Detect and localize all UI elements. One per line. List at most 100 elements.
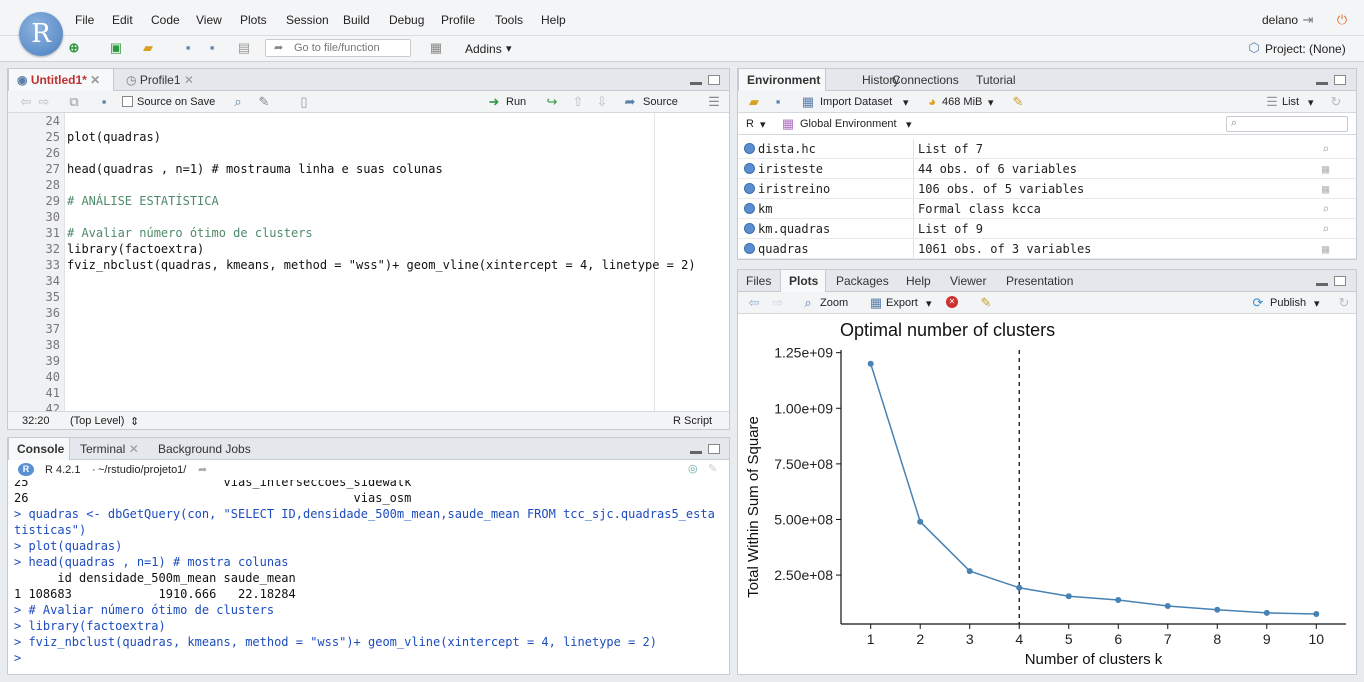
environment-row[interactable]: iristreino 106 obs. of 5 variables ▦ — [738, 179, 1356, 199]
code-line[interactable]: 41 — [8, 385, 729, 401]
goto-dir-icon[interactable]: ➦ — [198, 463, 207, 476]
minimize-icon[interactable] — [1316, 82, 1328, 85]
doc-outline-icon[interactable]: ☰ — [706, 94, 722, 110]
menu-code[interactable]: Code — [151, 13, 180, 27]
code-line[interactable]: 30 — [8, 209, 729, 225]
environment-row[interactable]: quadras 1061 obs. of 3 variables ▦ — [738, 239, 1356, 259]
code-line[interactable]: 36 — [8, 305, 729, 321]
expand-icon[interactable] — [744, 183, 755, 194]
menu-view[interactable]: View — [196, 13, 222, 27]
new-file-icon[interactable]: ⊕ — [66, 40, 82, 56]
code-line[interactable]: 29 # ANÁLISE ESTATÍSTICA — [8, 193, 729, 209]
refresh-icon[interactable]: ↻ — [1328, 94, 1344, 110]
code-line[interactable]: 38 — [8, 337, 729, 353]
expand-icon[interactable] — [744, 243, 755, 254]
find-icon[interactable]: ⌕ — [230, 94, 246, 110]
outline-icon[interactable]: ▯ — [296, 94, 312, 110]
save-workspace-icon[interactable]: ▪ — [770, 94, 786, 110]
code-line[interactable]: 24 — [8, 113, 729, 129]
menu-debug[interactable]: Debug — [389, 13, 424, 27]
menu-tools[interactable]: Tools — [495, 13, 523, 27]
zoom-button[interactable]: Zoom — [820, 297, 848, 309]
close-icon[interactable]: ✕ — [90, 73, 100, 87]
code-line[interactable]: 26 — [8, 145, 729, 161]
expand-icon[interactable] — [744, 203, 755, 214]
tab-profile1[interactable]: ◷ Profile1 ✕ — [118, 69, 208, 91]
code-line[interactable]: 40 — [8, 369, 729, 385]
close-icon[interactable]: ✕ — [125, 442, 139, 456]
refresh-icon[interactable]: ↻ — [1336, 295, 1352, 311]
open-file-icon[interactable]: ▰ — [140, 40, 156, 56]
addins-menu[interactable]: Addins — [465, 42, 502, 56]
code-line[interactable]: 39 — [8, 353, 729, 369]
expand-icon[interactable] — [744, 163, 755, 174]
menu-profile[interactable]: Profile — [441, 13, 475, 27]
up-icon[interactable]: ⇧ — [570, 94, 586, 110]
maximize-icon[interactable] — [1334, 276, 1346, 286]
tab-files[interactable]: Files — [738, 270, 779, 292]
environment-row[interactable]: km Formal class kcca ⌕ — [738, 199, 1356, 219]
code-line[interactable]: 33 fviz_nbclust(quadras, kmeans, method =… — [8, 257, 729, 273]
minimize-icon[interactable] — [690, 451, 702, 454]
forward-icon[interactable]: ⇨ — [36, 94, 52, 110]
tab-viewer[interactable]: Viewer — [942, 270, 994, 292]
environment-row[interactable]: km.quadras List of 9 ⌕ — [738, 219, 1356, 239]
minimize-icon[interactable] — [1316, 283, 1328, 286]
grid-layout-icon[interactable]: ▦ — [428, 40, 444, 56]
save-icon[interactable]: ▪ — [96, 94, 112, 110]
code-line[interactable]: 32 library(factoextra) — [8, 241, 729, 257]
tab-connections[interactable]: Connections — [884, 69, 967, 91]
previous-plot-icon[interactable]: ⇦ — [746, 295, 762, 311]
menu-session[interactable]: Session — [286, 13, 329, 27]
environment-row[interactable]: iristeste 44 obs. of 6 variables ▦ — [738, 159, 1356, 179]
console-output[interactable]: 25 vias_interseccoes_sidewalk 26 vias_osm… — [8, 480, 729, 674]
code-line[interactable]: 42 — [8, 401, 729, 411]
maximize-icon[interactable] — [708, 75, 720, 85]
view-mode-selector[interactable]: List — [1282, 96, 1299, 108]
expand-icon[interactable] — [744, 143, 755, 154]
source-button[interactable]: Source — [643, 96, 678, 108]
environment-row[interactable]: dista.hc List of 7 ⌕ — [738, 139, 1356, 159]
code-line[interactable]: 37 — [8, 321, 729, 337]
export-button[interactable]: Export — [886, 297, 918, 309]
save-icon[interactable]: ▪ — [180, 40, 196, 56]
inspect-icon[interactable]: ⌕ — [1322, 139, 1329, 159]
code-line[interactable]: 31 # Avaliar número ótimo de clusters — [8, 225, 729, 241]
tab-plots[interactable]: Plots — [780, 270, 826, 292]
render-icon[interactable]: ◎ — [688, 462, 698, 475]
print-icon[interactable]: ▤ — [236, 40, 252, 56]
maximize-icon[interactable] — [708, 444, 720, 454]
tab-console[interactable]: Console — [8, 438, 70, 460]
clear-console-icon[interactable]: ✎ — [708, 462, 717, 475]
tab-background-jobs[interactable]: Background Jobs ✕ — [150, 438, 272, 478]
minimize-icon[interactable] — [690, 82, 702, 85]
code-line[interactable]: 27 head(quadras , n=1) # mostrauma linha … — [8, 161, 729, 177]
goto-file-input[interactable]: ➦ Go to file/function — [265, 39, 411, 57]
memory-usage[interactable]: 468 MiB — [942, 96, 982, 108]
code-line[interactable]: 28 — [8, 177, 729, 193]
view-data-icon[interactable]: ▦ — [1322, 179, 1329, 199]
clear-workspace-icon[interactable]: ✎ — [1010, 94, 1026, 110]
remove-plot-icon[interactable]: ✕ — [946, 296, 958, 308]
inspect-icon[interactable]: ⌕ — [1322, 199, 1329, 219]
tab-untitled1[interactable]: ◉ Untitled1* ✕ — [8, 69, 114, 91]
rerun-icon[interactable]: ↪ — [544, 94, 560, 110]
code-line[interactable]: 35 — [8, 289, 729, 305]
menu-build[interactable]: Build — [343, 13, 370, 27]
save-all-icon[interactable]: ▪ — [204, 40, 220, 56]
load-workspace-icon[interactable]: ▰ — [746, 94, 762, 110]
run-button[interactable]: Run — [506, 96, 526, 108]
new-project-icon[interactable]: ▣ — [108, 40, 124, 56]
import-dataset-button[interactable]: Import Dataset — [820, 96, 892, 108]
tab-environment[interactable]: Environment — [738, 69, 826, 91]
tab-presentation[interactable]: Presentation — [998, 270, 1081, 292]
scope-selector[interactable]: (Top Level) — [70, 415, 124, 427]
project-menu[interactable]: Project: (None) — [1265, 42, 1346, 56]
menu-plots[interactable]: Plots — [240, 13, 267, 27]
clear-plots-icon[interactable]: ✎ — [978, 295, 994, 311]
scope-selector[interactable]: Global Environment — [800, 118, 897, 130]
quit-session-icon[interactable]: ⏻ — [1334, 12, 1350, 28]
environment-search-input[interactable]: ⌕ — [1226, 116, 1348, 132]
view-data-icon[interactable]: ▦ — [1322, 239, 1329, 259]
tab-packages[interactable]: Packages — [828, 270, 897, 292]
